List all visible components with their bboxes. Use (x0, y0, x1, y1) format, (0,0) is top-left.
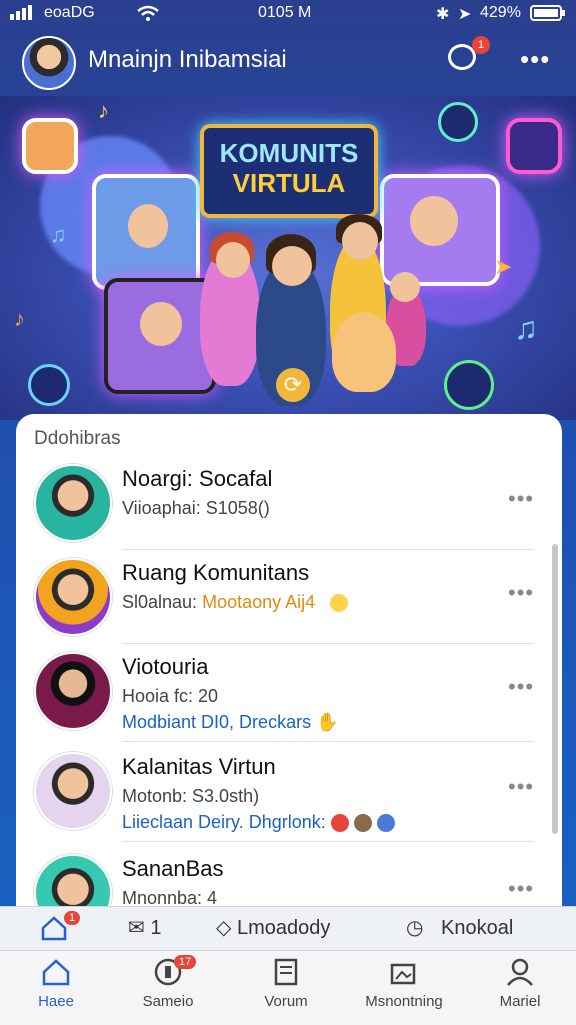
home-icon (42, 959, 70, 986)
avatar (34, 558, 112, 636)
bottom-nav: Haee 17 Sameio Vorum Msnontning Mariel (0, 950, 576, 1025)
sub-tab-bar: 1 ✉ 1 ◇ Lmoadody ◷ Knokoal (0, 906, 576, 951)
panel-title: Ddohibras (34, 428, 121, 449)
list-item[interactable]: Noargi: Socafal Viioaphai: S1058() ••• (16, 454, 562, 550)
avatar-badge (28, 364, 70, 406)
list-item-name: Kalanitas Virtun (122, 754, 276, 779)
battery-percent: 429% (480, 4, 521, 21)
list-item[interactable]: Ruang Komunitans Sl0alnau: Mootaony Aij4… (16, 548, 562, 644)
tab-badge: 1 (64, 911, 81, 925)
list-item-detail: Viioaphai: S1058() (122, 498, 270, 518)
tab-count: 1 (150, 917, 162, 939)
paper-plane-icon: ➤ (494, 254, 513, 279)
tab-local[interactable]: ◷ Knokoal (406, 915, 513, 940)
profile-avatar[interactable] (22, 36, 76, 90)
photos-icon (390, 963, 416, 985)
status-bar: eoaDG 0105 M ✱ ➤ 429% (0, 0, 576, 28)
more-options-button[interactable]: ••• (508, 486, 534, 512)
nav-monitoring[interactable]: Msnontning (354, 957, 454, 1010)
bluetooth-icon: ✱ (436, 6, 450, 23)
document-icon (274, 958, 298, 986)
sign-line-1: KOMUNITS (219, 138, 359, 168)
tab-messages[interactable]: ✉ 1 (128, 915, 161, 940)
music-note-icon: ♫ (514, 310, 538, 346)
hero-banner: KOMUNITS VIRTULA ⟳ ♪ ♪ ♫ ♫ ➤ (0, 96, 576, 420)
more-options-button[interactable]: ••• (508, 580, 534, 606)
more-options-button[interactable]: ••• (508, 774, 534, 800)
signal-icon (10, 4, 40, 25)
mini-avatar-icon (353, 814, 372, 833)
clock-icon: ◷ (406, 917, 424, 939)
top-header: Mnainjn Inibamsiai 1 ••• (0, 28, 576, 96)
carrier-label: eoaDG (44, 4, 95, 21)
nav-sameio[interactable]: 17 Sameio (118, 955, 218, 1010)
chat-button[interactable]: 1 (444, 36, 490, 78)
list-item[interactable]: Kalanitas Virtun Motonb: S3.0sth) Liiecl… (16, 742, 562, 842)
emoji-badge (444, 360, 494, 410)
list-item[interactable]: Viotouria Hooia fc: 20 Modbiant DI0, Dre… (16, 642, 562, 742)
photo-frame-left-top (22, 118, 78, 174)
nav-forum[interactable]: Vorum (236, 957, 336, 1010)
list-item-accent: Mootaony Aij4 (202, 592, 316, 612)
list-item-detail: Motonb: S3.0sth) (122, 786, 260, 806)
wifi-icon (136, 4, 160, 27)
avatar (34, 652, 112, 730)
tab-loaded[interactable]: ◇ Lmoadody (216, 915, 330, 940)
scrollbar[interactable] (552, 544, 558, 834)
mini-avatar-icon (376, 814, 395, 833)
tab-home-sub[interactable]: 1 (40, 911, 81, 947)
music-note-icon: ♫ (50, 222, 67, 247)
chat-outline-icon: ◇ (216, 917, 232, 939)
more-options-button[interactable]: ••• (508, 674, 534, 700)
app-title: Mnainjn Inibamsiai (88, 46, 287, 73)
clock: 0105 M (258, 4, 312, 21)
chat-badge-icon (438, 102, 478, 142)
community-panel: Ddohibras Noargi: Socafal Viioaphai: S10… (16, 414, 562, 934)
nav-profile[interactable]: Mariel (470, 957, 570, 1010)
nav-home[interactable]: Haee (6, 957, 106, 1010)
location-icon: ➤ (458, 6, 472, 23)
community-sign: KOMUNITS VIRTULA (200, 124, 378, 218)
list-item-name: Noargi: Socafal (122, 466, 273, 491)
reaction-icon (330, 814, 349, 833)
envelope-icon: ✉ (128, 917, 145, 939)
person-icon (507, 958, 533, 986)
cat-character (332, 312, 396, 392)
chat-badge: 1 (472, 36, 490, 54)
battery-icon (530, 5, 566, 26)
list-item-extra: Liieclaan Deiry. Dhgrlonk: (122, 812, 395, 833)
list-item-name: Viotouria (122, 654, 209, 679)
nav-badge: 17 (174, 955, 197, 969)
avatar (34, 464, 112, 542)
list-item-name: SananBas (122, 856, 224, 881)
sign-line-2: VIRTULA (232, 168, 346, 198)
music-note-icon: ♪ (98, 98, 109, 123)
more-options-button[interactable]: ••• (520, 44, 550, 75)
list-item-name: Ruang Komunitans (122, 560, 310, 585)
music-icon-box (506, 118, 562, 174)
thumbs-icon: ✋ (316, 712, 339, 732)
coin-icon (330, 594, 349, 613)
list-item-detail: Sl0alnau: Mootaony Aij4 (122, 592, 349, 613)
more-options-button[interactable]: ••• (508, 876, 534, 902)
music-note-icon: ♪ (14, 306, 25, 331)
list-item-detail: Hooia fc: 20 (122, 686, 219, 706)
list-item-extra: Modbiant DI0, Dreckars ✋ (122, 712, 339, 732)
avatar (34, 752, 112, 830)
